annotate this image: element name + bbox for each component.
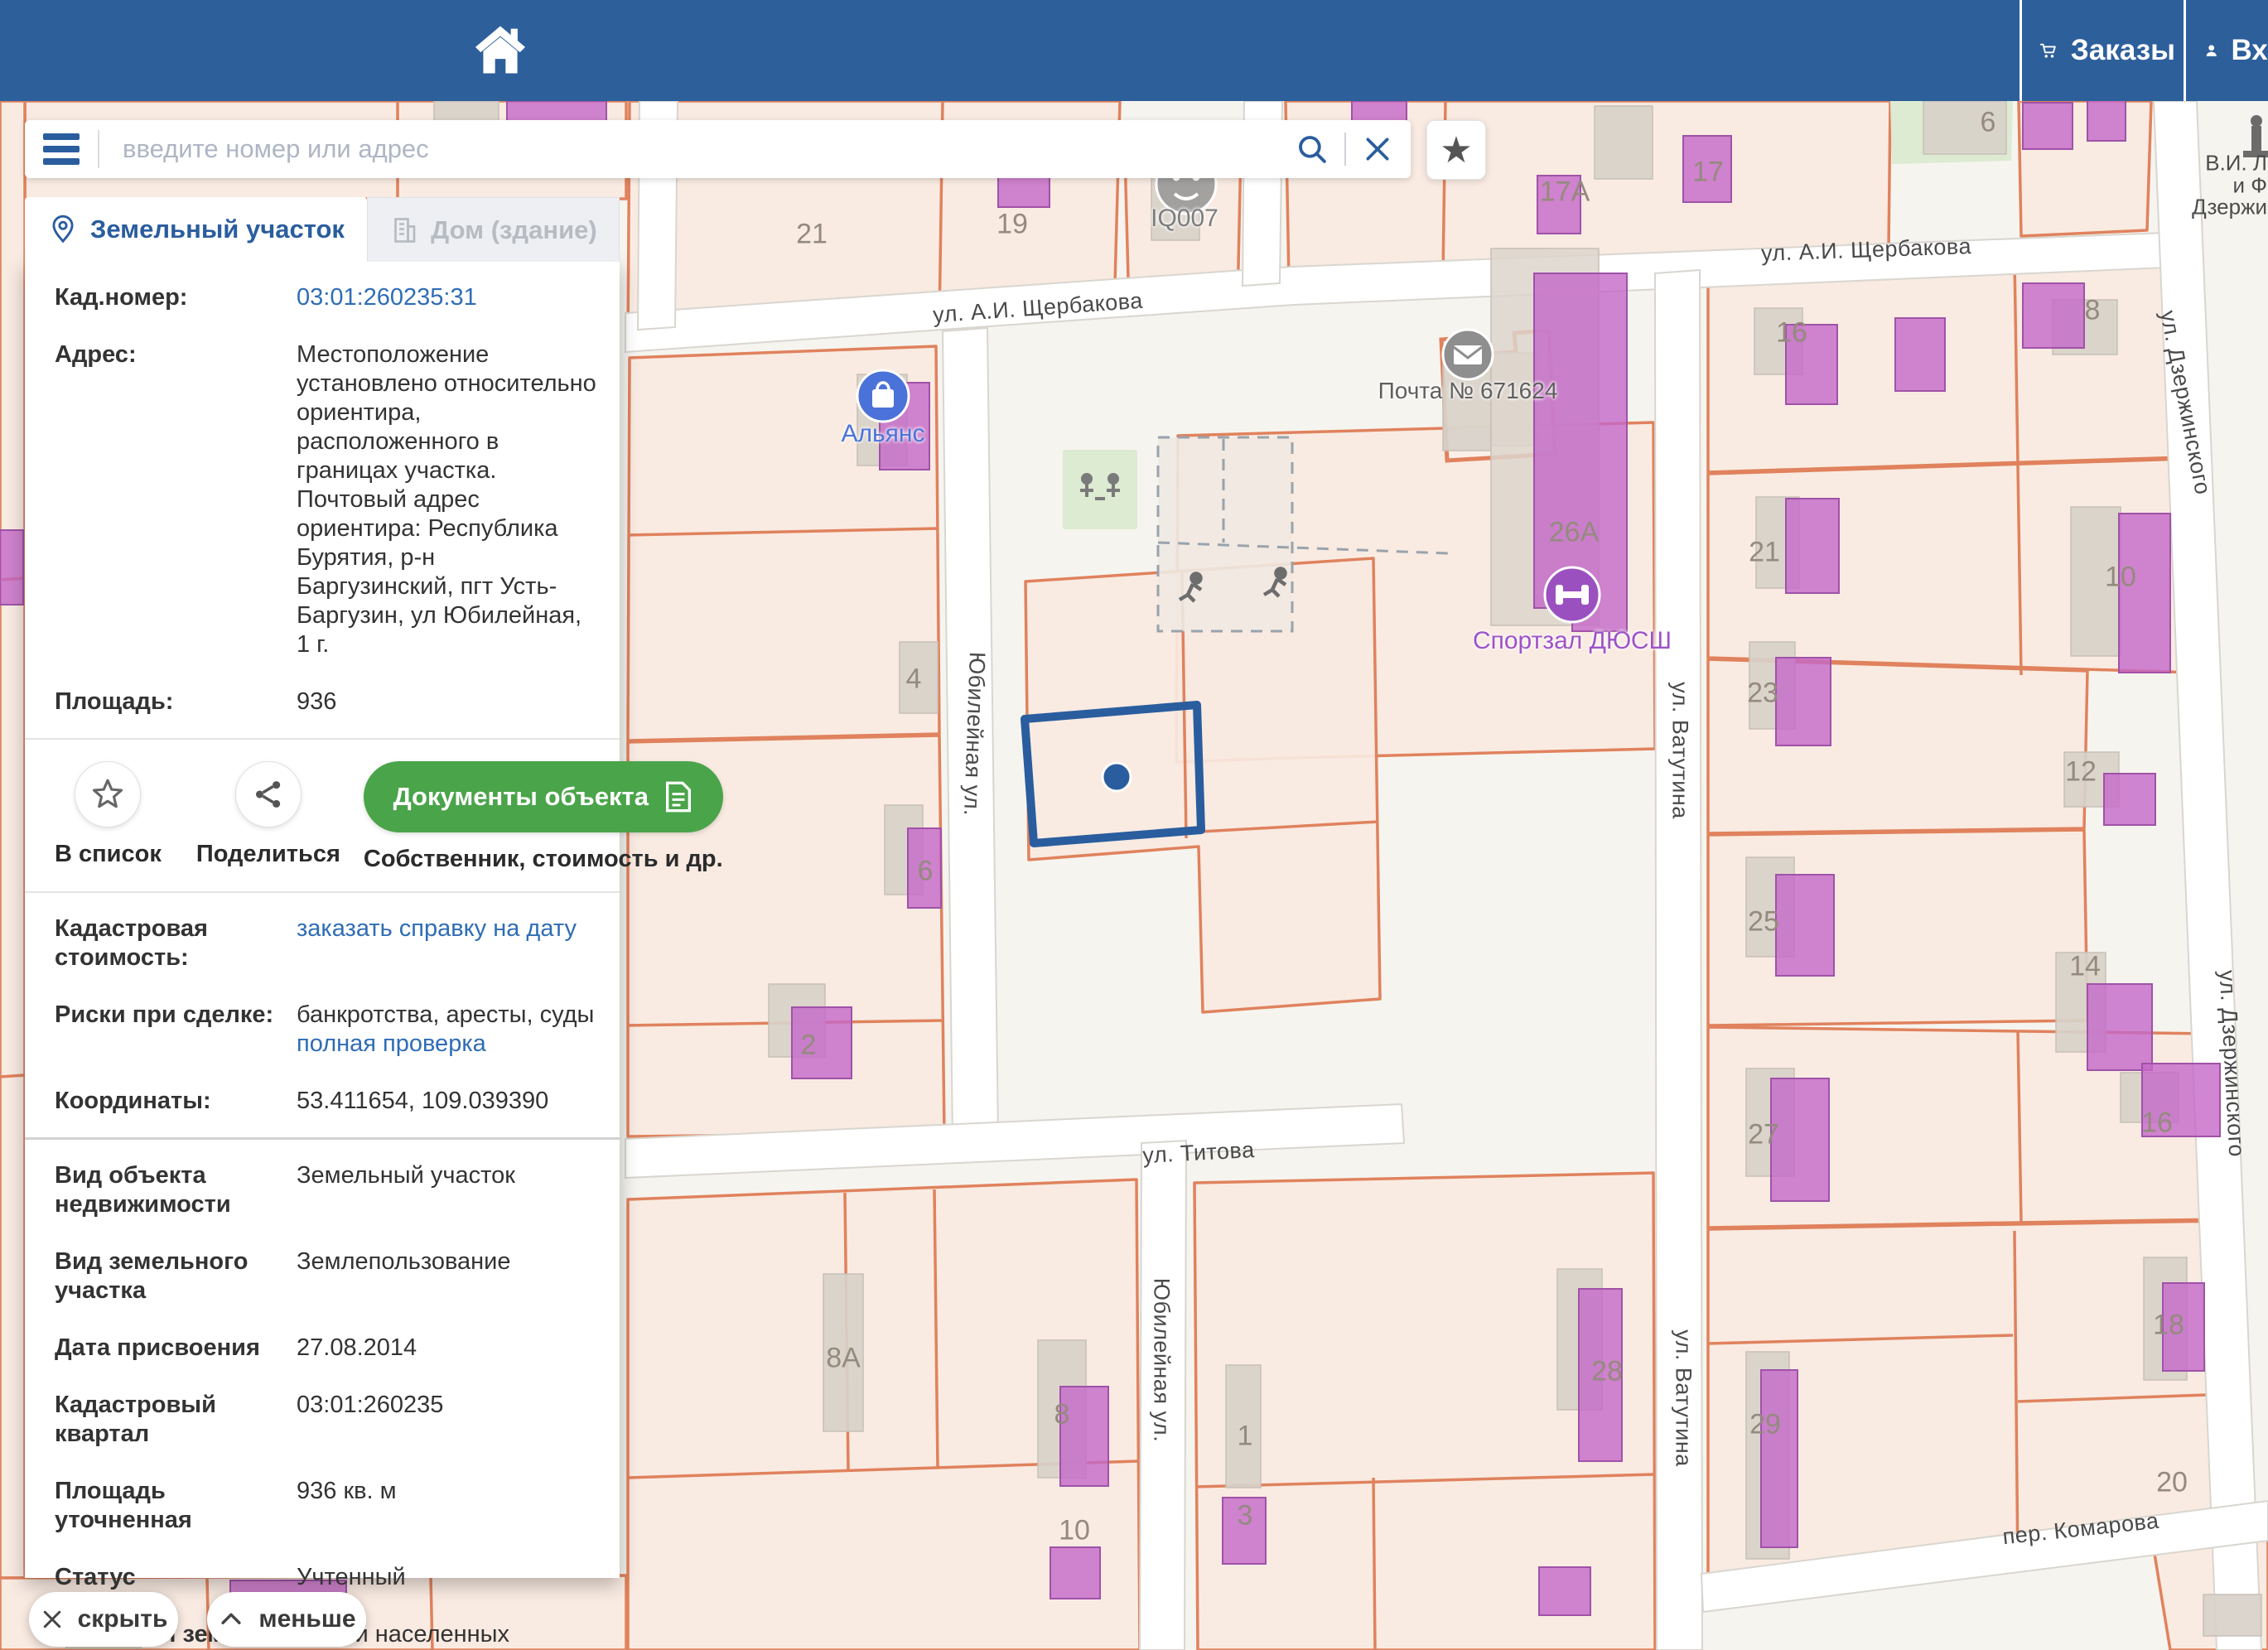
- favorite-action: В список: [55, 761, 162, 868]
- parcel-kind-label: Вид земельного участка: [55, 1247, 297, 1305]
- action-buttons-row: В список Поделиться Документы объекта: [55, 761, 596, 873]
- kad-number-row: Кад.номер: 03:01:260235:31: [55, 283, 596, 312]
- assignment-date-value: 27.08.2014: [297, 1334, 596, 1363]
- orders-button[interactable]: Заказы: [2039, 0, 2175, 101]
- user-icon: [2203, 31, 2219, 70]
- divider: [25, 891, 620, 893]
- topbar-separator: [2019, 0, 2022, 101]
- building-icon: [389, 215, 419, 245]
- app-root: ул. А.И. Щербаковаул. А.И. ЩербаковаЮбил…: [0, 0, 2268, 1650]
- full-check-link[interactable]: полная проверка: [297, 1030, 486, 1057]
- tab-land-label: Земельный участок: [90, 215, 345, 244]
- assignment-date-label: Дата присвоения: [55, 1334, 297, 1363]
- object-documents-button[interactable]: Документы объекта: [364, 761, 723, 832]
- road-yubileynaya-upper: [943, 328, 998, 1140]
- hide-panel-button[interactable]: скрыть: [29, 1592, 178, 1647]
- share-action: Поделиться: [196, 761, 340, 868]
- status-label: Статус: [55, 1563, 297, 1592]
- add-to-list-caption: В список: [55, 841, 162, 868]
- refined-area-label: Площадь уточненная: [55, 1477, 297, 1535]
- kad-number-label: Кад.номер:: [55, 283, 297, 312]
- document-icon: [664, 780, 693, 813]
- search-bar: [25, 120, 1411, 178]
- clear-search-icon[interactable]: [1361, 133, 1394, 166]
- login-label: Вход: [2231, 34, 2268, 67]
- kad-number-link[interactable]: 03:01:260235:31: [297, 284, 477, 311]
- search-icon[interactable]: [1295, 132, 1329, 166]
- documents-action: Документы объекта Собственник, стоимость…: [364, 761, 723, 873]
- tab-house-label: Дом (здание): [431, 215, 597, 245]
- divider: [25, 738, 620, 740]
- search-icons-divider: [1344, 133, 1346, 166]
- road-vatutina: [1655, 270, 1702, 1650]
- collapse-panel-button[interactable]: меньше: [207, 1592, 366, 1647]
- orders-label: Заказы: [2071, 34, 2175, 67]
- tab-land-parcel[interactable]: Земельный участок: [25, 197, 367, 262]
- share-icon: [251, 777, 286, 812]
- area-label: Площадь:: [55, 688, 297, 716]
- coordinates-row: Координаты: 53.411654, 109.039390: [55, 1087, 596, 1116]
- share-button[interactable]: [235, 761, 302, 827]
- object-kind-label: Вид объекта недвижимости: [55, 1161, 297, 1219]
- detail-row: Кадастровый квартал 03:01:260235: [55, 1391, 596, 1449]
- deal-risks-value: банкротства, аресты, суды: [297, 1001, 596, 1030]
- cadastral-block-label: Кадастровый квартал: [55, 1391, 297, 1449]
- search-input[interactable]: [121, 133, 1295, 165]
- road-yubileynaya-lower: [1140, 1141, 1186, 1650]
- favorites-button[interactable]: ★: [1426, 120, 1486, 180]
- search-divider: [98, 130, 99, 168]
- cart-icon: [2039, 31, 2058, 70]
- status-value: Учтенный: [297, 1563, 596, 1592]
- gym-dumbbell-icon: [1545, 567, 1600, 622]
- detail-row: Статус Учтенный: [55, 1563, 596, 1592]
- login-button[interactable]: Вход: [2203, 0, 2268, 101]
- deal-risks-label: Риски при сделке:: [55, 1001, 297, 1059]
- detail-row: Дата присвоения 27.08.2014: [55, 1334, 596, 1363]
- share-caption: Поделиться: [196, 841, 340, 868]
- area-row: Площадь: 936: [55, 688, 596, 716]
- detail-row: Вид земельного участка Землепользование: [55, 1247, 596, 1305]
- refined-area-value: 936 кв. м: [297, 1477, 596, 1535]
- cadastral-block-value: 03:01:260235: [297, 1391, 596, 1449]
- shop-icon: [857, 370, 909, 422]
- chevron-up-icon: [217, 1605, 245, 1633]
- home-button[interactable]: [469, 18, 532, 81]
- home-icon: [469, 18, 532, 81]
- order-certificate-link[interactable]: заказать справку на дату: [297, 915, 577, 942]
- address-row: Адрес: Местоположение установлено относи…: [55, 340, 596, 659]
- tab-house-building[interactable]: Дом (здание): [367, 197, 620, 262]
- star-outline-icon: [89, 776, 126, 813]
- parcel-info-panel: Кад.номер: 03:01:260235:31 Адрес: Местоп…: [25, 262, 620, 1578]
- menu-button[interactable]: [43, 133, 80, 165]
- playground-area: [1063, 450, 1137, 529]
- object-kind-value: Земельный участок: [297, 1161, 596, 1219]
- cadastral-value-label: Кадастровая стоимость:: [55, 914, 297, 972]
- add-to-list-button[interactable]: [75, 761, 141, 827]
- detail-row: Площадь уточненная 936 кв. м: [55, 1477, 596, 1535]
- address-value: Местоположение установлено относительно …: [297, 340, 596, 659]
- object-documents-label: Документы объекта: [393, 782, 649, 812]
- coordinates-value: 53.411654, 109.039390: [297, 1087, 596, 1116]
- documents-caption: Собственник, стоимость и др.: [364, 846, 723, 873]
- post-office-icon: [1443, 330, 1493, 379]
- cadastral-value-row: Кадастровая стоимость: заказать справку …: [55, 914, 596, 972]
- selected-parcel-marker: [1103, 763, 1131, 791]
- location-pin-icon: [47, 214, 79, 245]
- coordinates-label: Координаты:: [55, 1087, 297, 1116]
- detail-row: Вид объекта недвижимости Земельный участ…: [55, 1161, 596, 1219]
- area-value: 936: [297, 688, 596, 716]
- collapse-panel-label: меньше: [258, 1605, 355, 1633]
- address-label: Адрес:: [55, 340, 297, 659]
- deal-risks-row: Риски при сделке: банкротства, аресты, с…: [55, 1001, 596, 1059]
- object-type-tabs: Земельный участок Дом (здание): [25, 197, 620, 262]
- close-icon: [40, 1607, 65, 1632]
- parcel-kind-value: Землепользование: [297, 1247, 596, 1305]
- topbar-separator: [2184, 0, 2186, 101]
- section-divider: [25, 1137, 620, 1140]
- hide-panel-label: скрыть: [78, 1605, 168, 1633]
- top-navigation-bar: Заказы Вход: [0, 0, 2268, 101]
